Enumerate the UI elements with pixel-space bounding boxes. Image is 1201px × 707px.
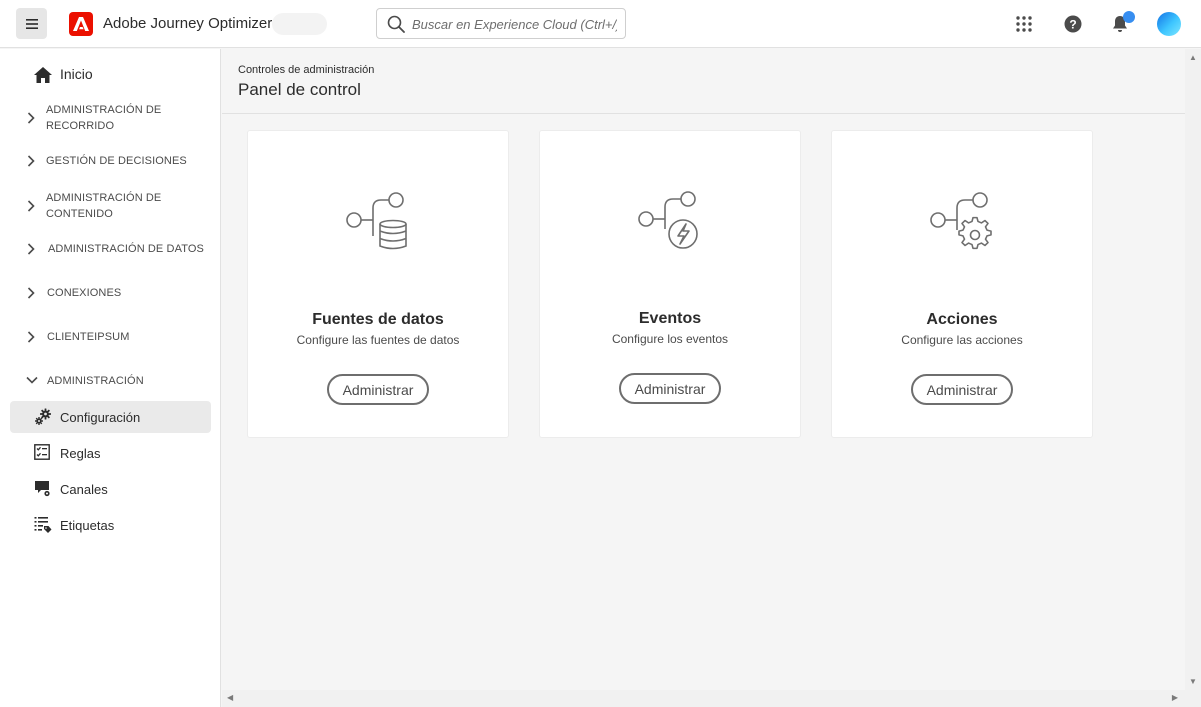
sidebar-section-content-admin[interactable]: ADMINISTRACIÓN DE CONTENIDO (0, 190, 221, 222)
top-bar: Adobe Journey Optimizer ? (0, 0, 1201, 48)
org-switcher[interactable] (272, 13, 327, 35)
card-data-sources: Fuentes de datos Configure las fuentes d… (248, 131, 508, 437)
sidebar-item-home-label[interactable]: Inicio (60, 66, 93, 82)
section-label: ADMINISTRACIÓN DE (46, 192, 162, 204)
actions-icon (930, 192, 992, 250)
svg-text:?: ? (1069, 18, 1076, 32)
section-label: CONTENIDO (46, 208, 113, 220)
card-title: Acciones (926, 311, 998, 328)
search-input[interactable] (412, 14, 617, 34)
main-content: Controles de administración Panel de con… (222, 49, 1185, 690)
scroll-left-icon[interactable]: ◀ (227, 693, 233, 702)
chevron-right-icon (27, 155, 35, 167)
manage-events-button[interactable]: Administrar (619, 373, 721, 404)
sidebar-section-administration[interactable]: ADMINISTRACIÓN (0, 373, 221, 389)
sidebar-section-connections[interactable]: CONEXIONES (0, 285, 221, 301)
section-label: ADMINISTRACIÓN DE (46, 104, 162, 116)
sidebar-section-clienteipsum[interactable]: CLIENTEIPSUM (0, 329, 221, 345)
sidebar-item-label: Canales (60, 482, 108, 497)
horizontal-scrollbar[interactable]: ◀ ▶ (222, 690, 1201, 707)
apps-grid-icon (1016, 16, 1032, 32)
home-icon (34, 67, 52, 83)
section-label: GESTIÓN DE DECISIONES (46, 155, 187, 167)
sidebar-item-channels[interactable]: Canales (10, 473, 211, 505)
gears-icon (35, 408, 51, 425)
card-description: Configure las fuentes de datos (296, 333, 460, 347)
chevron-right-icon (27, 331, 35, 343)
sidebar: Inicio ADMINISTRACIÓN DE RECORRIDO GESTIÓ… (0, 49, 221, 707)
sidebar-item-configuration[interactable]: Configuración (10, 401, 211, 433)
menu-toggle-button[interactable] (16, 8, 47, 39)
manage-data-sources-button[interactable]: Administrar (327, 374, 429, 405)
card-actions: Acciones Configure las acciones Administ… (832, 131, 1092, 437)
data-sources-icon (346, 192, 407, 250)
manage-actions-button[interactable]: Administrar (911, 374, 1013, 405)
scroll-right-icon[interactable]: ▶ (1172, 693, 1178, 702)
card-title: Fuentes de datos (312, 311, 444, 328)
chevron-right-icon (27, 200, 35, 212)
vertical-scrollbar[interactable]: ▲ ▼ (1185, 49, 1201, 690)
scroll-down-icon[interactable]: ▼ (1189, 677, 1197, 686)
menu-icon (25, 18, 38, 29)
sidebar-item-label: Reglas (60, 446, 101, 461)
adobe-logo-icon[interactable] (69, 12, 93, 36)
section-label: CONEXIONES (47, 287, 122, 299)
card-description: Configure los eventos (611, 332, 729, 346)
sidebar-item-label: Configuración (60, 410, 141, 425)
sidebar-item-tags[interactable]: Etiquetas (10, 509, 211, 541)
card-description: Configure las acciones (901, 333, 1023, 347)
chevron-right-icon (27, 243, 35, 255)
search-box[interactable] (376, 8, 626, 39)
tags-icon (34, 517, 52, 533)
sidebar-section-data-admin[interactable]: ADMINISTRACIÓN DE DATOS (0, 241, 221, 257)
channels-icon (35, 481, 51, 497)
section-label: ADMINISTRACIÓN (47, 375, 144, 387)
notification-badge (1123, 11, 1135, 23)
search-icon (387, 15, 405, 33)
avatar[interactable] (1157, 12, 1181, 36)
chevron-down-icon (26, 376, 38, 384)
events-icon (638, 191, 698, 249)
sidebar-section-decisions[interactable]: GESTIÓN DE DECISIONES (0, 153, 221, 169)
card-title: Eventos (638, 310, 702, 327)
help-icon: ? (1064, 15, 1082, 33)
help-button[interactable]: ? (1061, 12, 1085, 36)
sidebar-section-journey-admin[interactable]: ADMINISTRACIÓN DE RECORRIDO (0, 102, 221, 134)
chevron-right-icon (27, 287, 35, 299)
breadcrumb[interactable]: Controles de administración (238, 64, 374, 76)
scroll-up-icon[interactable]: ▲ (1189, 53, 1197, 62)
section-label: CLIENTEIPSUM (47, 331, 130, 343)
app-title[interactable]: Adobe Journey Optimizer (103, 15, 272, 32)
rules-icon (34, 444, 50, 460)
apps-grid-button[interactable] (1012, 12, 1036, 36)
sidebar-item-rules[interactable]: Reglas (10, 437, 211, 469)
card-events: Eventos Configure los eventos Administra… (540, 131, 800, 437)
divider (222, 113, 1185, 114)
section-label: RECORRIDO (46, 120, 115, 132)
sidebar-item-label: Etiquetas (60, 518, 115, 533)
page-title: Panel de control (238, 80, 361, 99)
section-label: ADMINISTRACIÓN DE DATOS (48, 243, 204, 255)
chevron-right-icon (27, 112, 35, 124)
